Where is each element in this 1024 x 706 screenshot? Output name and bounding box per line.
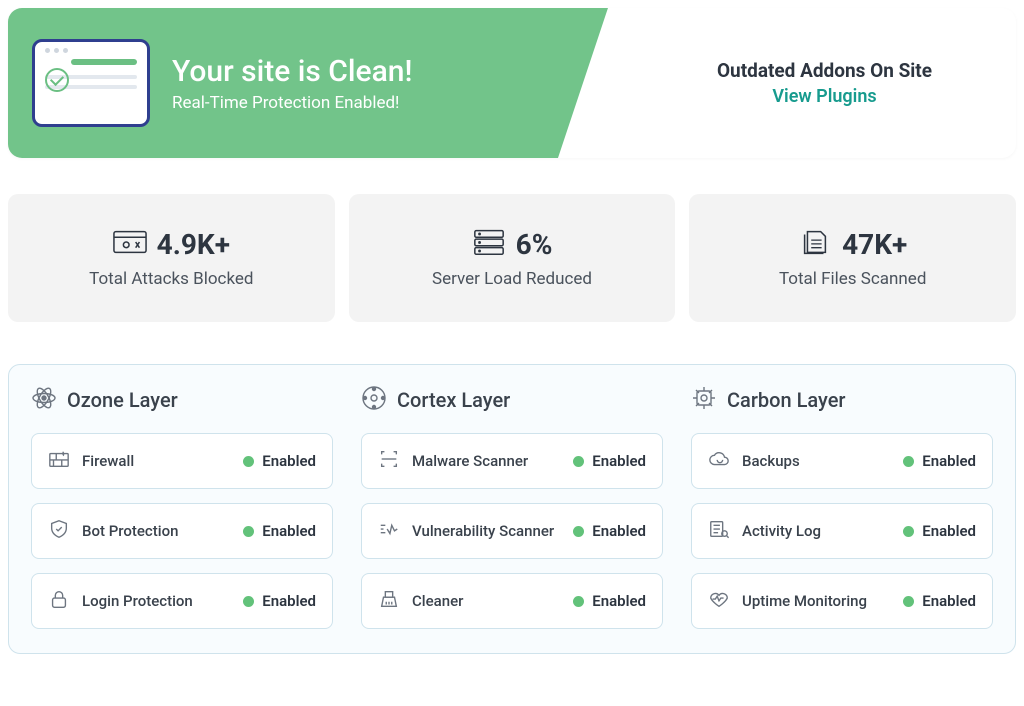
lock-icon: [48, 588, 70, 614]
layer-title: Ozone Layer: [67, 388, 178, 412]
status-dot-icon: [243, 526, 254, 537]
scan-icon: [378, 448, 400, 474]
feature-bot-protection[interactable]: Bot Protection Enabled: [31, 503, 333, 559]
status-text: Enabled: [922, 592, 976, 610]
feature-name: Uptime Monitoring: [742, 592, 867, 610]
hero-banner: Your site is Clean! Real-Time Protection…: [8, 8, 1016, 158]
feature-name: Backups: [742, 452, 800, 470]
log-icon: [708, 518, 730, 544]
status-text: Enabled: [922, 522, 976, 540]
status-text: Enabled: [592, 522, 646, 540]
attacks-icon: [113, 228, 147, 260]
status-dot-icon: [903, 456, 914, 467]
hero-title: Your site is Clean!: [172, 54, 412, 89]
layer-title: Cortex Layer: [397, 388, 510, 412]
feature-vulnerability-scanner[interactable]: Vulnerability Scanner Enabled: [361, 503, 663, 559]
feature-name: Bot Protection: [82, 522, 178, 540]
shield-icon: [48, 518, 70, 544]
status-dot-icon: [573, 456, 584, 467]
stats-row: 4.9K+ Total Attacks Blocked 6% Server Lo…: [8, 194, 1016, 322]
status-dot-icon: [243, 596, 254, 607]
status-text: Enabled: [592, 592, 646, 610]
cpu-icon: [691, 385, 717, 415]
view-plugins-link[interactable]: View Plugins: [772, 86, 876, 107]
feature-firewall[interactable]: Firewall Enabled: [31, 433, 333, 489]
layer-title: Carbon Layer: [727, 388, 846, 412]
status-text: Enabled: [922, 452, 976, 470]
feature-name: Login Protection: [82, 592, 193, 610]
feature-backups[interactable]: Backups Enabled: [691, 433, 993, 489]
feature-name: Activity Log: [742, 522, 821, 540]
vulnerability-icon: [378, 518, 400, 544]
stat-attacks-blocked: 4.9K+ Total Attacks Blocked: [8, 194, 335, 322]
site-clean-illustration: [32, 39, 150, 127]
status-text: Enabled: [262, 452, 316, 470]
feature-login-protection[interactable]: Login Protection Enabled: [31, 573, 333, 629]
feature-name: Vulnerability Scanner: [412, 522, 554, 540]
stat-label: Total Attacks Blocked: [89, 269, 253, 289]
stat-label: Total Files Scanned: [779, 269, 926, 289]
server-icon: [472, 228, 506, 260]
firewall-icon: [48, 448, 70, 474]
hero-status: Your site is Clean! Real-Time Protection…: [8, 8, 633, 158]
status-dot-icon: [573, 596, 584, 607]
aperture-icon: [361, 385, 387, 415]
status-dot-icon: [903, 526, 914, 537]
hero-subtitle: Real-Time Protection Enabled!: [172, 93, 412, 113]
broom-icon: [378, 588, 400, 614]
stat-server-load: 6% Server Load Reduced: [349, 194, 676, 322]
status-text: Enabled: [592, 452, 646, 470]
layers-panel: Ozone Layer Firewall Enabled Bot Protect…: [8, 364, 1016, 654]
cloud-icon: [708, 448, 730, 474]
feature-name: Cleaner: [412, 592, 463, 610]
stat-value: 4.9K+: [157, 228, 230, 261]
feature-activity-log[interactable]: Activity Log Enabled: [691, 503, 993, 559]
layer-cortex: Cortex Layer Malware Scanner Enabled Vul…: [361, 385, 663, 629]
status-dot-icon: [243, 456, 254, 467]
status-dot-icon: [573, 526, 584, 537]
feature-malware-scanner[interactable]: Malware Scanner Enabled: [361, 433, 663, 489]
feature-name: Malware Scanner: [412, 452, 528, 470]
stat-value: 6%: [516, 228, 553, 261]
stat-value: 47K+: [842, 228, 907, 261]
status-text: Enabled: [262, 522, 316, 540]
stat-label: Server Load Reduced: [432, 269, 592, 289]
status-text: Enabled: [262, 592, 316, 610]
files-icon: [798, 228, 832, 260]
stat-files-scanned: 47K+ Total Files Scanned: [689, 194, 1016, 322]
feature-cleaner[interactable]: Cleaner Enabled: [361, 573, 663, 629]
layer-carbon: Carbon Layer Backups Enabled Activity Lo…: [691, 385, 993, 629]
feature-uptime-monitoring[interactable]: Uptime Monitoring Enabled: [691, 573, 993, 629]
hero-addons: Outdated Addons On Site View Plugins: [633, 8, 1016, 158]
feature-name: Firewall: [82, 452, 134, 470]
layer-ozone: Ozone Layer Firewall Enabled Bot Protect…: [31, 385, 333, 629]
atom-icon: [31, 385, 57, 415]
status-dot-icon: [903, 596, 914, 607]
heartbeat-icon: [708, 588, 730, 614]
addons-title: Outdated Addons On Site: [717, 59, 932, 82]
